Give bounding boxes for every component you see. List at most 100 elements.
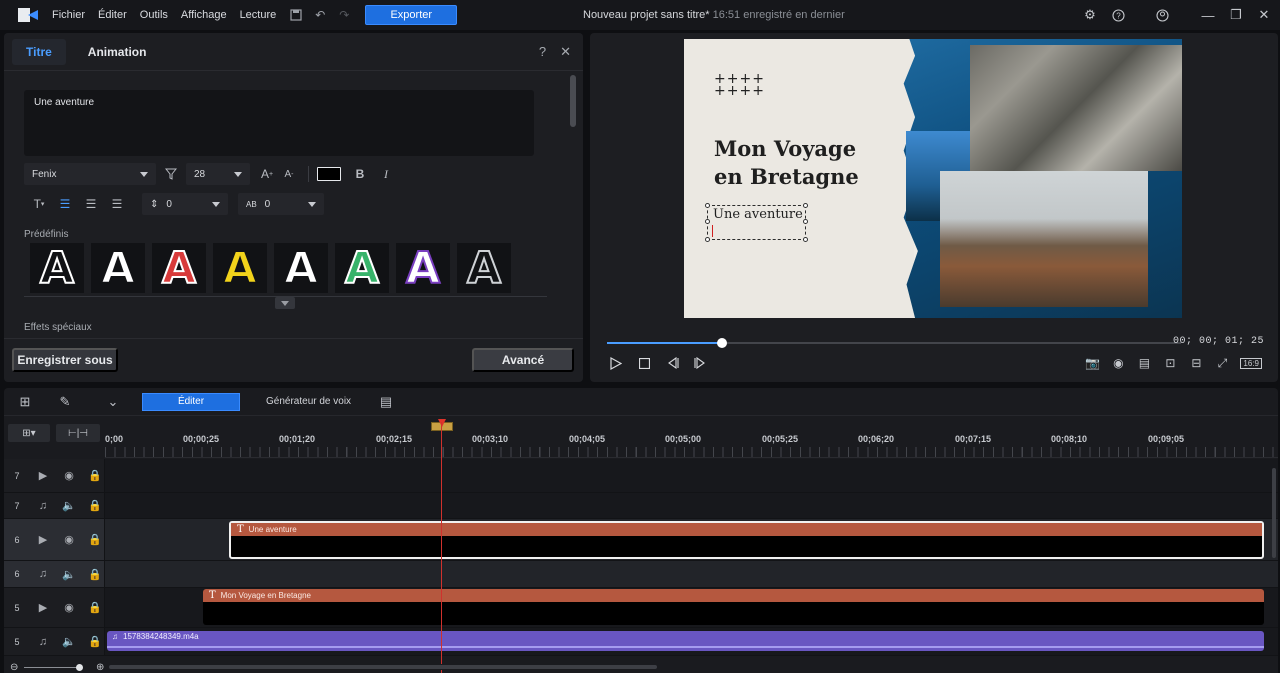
lock-icon[interactable]: 🔒 (88, 469, 102, 482)
preset-4[interactable]: A (213, 242, 267, 295)
text-selection-box[interactable]: Une aventure (705, 203, 808, 242)
track-body[interactable]: T Mon Voyage en Bretagne (105, 588, 1278, 627)
panel-close-icon[interactable]: ✕ (560, 44, 571, 60)
panel-help-icon[interactable]: ? (539, 44, 546, 59)
playback-quality-icon[interactable]: ◉ (1110, 355, 1126, 371)
fit-timeline-icon[interactable]: ⊢|⊣ (56, 424, 100, 442)
canvas-title[interactable]: Mon Voyage en Bretagne (714, 135, 904, 191)
zoom-preview-icon[interactable]: ⊡ (1162, 355, 1178, 371)
track-body[interactable] (105, 561, 1278, 587)
track-body[interactable]: T Une aventure (105, 519, 1278, 560)
preset-3[interactable]: A (152, 242, 206, 295)
filter-icon[interactable] (160, 163, 182, 185)
tts-icon[interactable]: ▤ (377, 393, 395, 411)
font-size-select[interactable]: 28 (186, 163, 250, 185)
restore-icon[interactable]: ❐ (1228, 7, 1244, 23)
timeline-vertical-scrollbar[interactable] (1272, 468, 1276, 558)
snapshot-camera-icon[interactable]: 📷 (1084, 355, 1100, 371)
redo-icon[interactable]: ↷ (337, 8, 351, 22)
menu-affichage[interactable]: Affichage (181, 9, 227, 21)
lock-icon[interactable]: 🔒 (88, 568, 102, 581)
aspect-ratio-button[interactable]: 16:9 (1240, 357, 1262, 369)
line-spacing-select[interactable]: ⇕ 0 (142, 193, 228, 215)
time-ruler[interactable]: 0;00 00;00;25 00;01;20 00;02;15 00;03;10… (105, 418, 1278, 458)
preset-2[interactable]: A (91, 242, 145, 295)
previous-frame-icon[interactable] (664, 355, 680, 371)
save-as-button[interactable]: Enregistrer sous (12, 348, 118, 372)
save-icon[interactable] (289, 8, 303, 22)
tab-titre[interactable]: Titre (12, 38, 66, 65)
resize-handle[interactable] (803, 237, 808, 242)
title-clip-une-aventure[interactable]: T Une aventure (229, 521, 1264, 559)
increase-font-icon[interactable]: A + (256, 163, 278, 185)
stop-icon[interactable] (636, 355, 652, 371)
playhead-handle[interactable] (431, 419, 453, 431)
title-clip-mon-voyage[interactable]: T Mon Voyage en Bretagne (203, 589, 1264, 625)
edit-button[interactable]: Éditer (142, 392, 240, 411)
timeline-horizontal-scrollbar[interactable] (105, 664, 1278, 670)
preview-canvas[interactable]: ++++ ++++ Mon Voyage en Bretagne Une ave… (684, 39, 1182, 318)
layout-icon[interactable]: ⊟ (1188, 355, 1204, 371)
undo-icon[interactable]: ↶ (313, 8, 327, 22)
voice-generator-button[interactable]: Générateur de voix (266, 396, 351, 407)
menu-lecture[interactable]: Lecture (240, 9, 277, 21)
preset-1[interactable]: A (30, 242, 84, 295)
text-type-icon[interactable]: T ▾ (24, 193, 54, 215)
fullscreen-icon[interactable]: ⤢ (1214, 355, 1230, 371)
menu-fichier[interactable]: Fichier (52, 9, 85, 21)
tab-animation[interactable]: Animation (74, 39, 161, 65)
italic-icon[interactable]: I (375, 163, 397, 185)
select-tool-icon[interactable]: ⊞ (16, 393, 34, 411)
preset-7[interactable]: A (396, 242, 450, 295)
playback-seekbar[interactable] (607, 338, 1181, 348)
zoom-in-icon[interactable]: ⊕ (96, 662, 104, 673)
align-right-icon[interactable]: ☰ (106, 193, 128, 215)
panel-scrollbar[interactable] (570, 75, 576, 127)
settings-gear-icon[interactable]: ⚙ (1082, 7, 1098, 23)
expand-presets-button[interactable] (275, 297, 295, 309)
text-color-swatch[interactable] (317, 167, 341, 181)
track-body[interactable]: ♫ 1578384248349.m4a (105, 628, 1278, 655)
char-spacing-select[interactable]: AB 0 (238, 193, 324, 215)
subtitles-icon[interactable]: ▤ (1136, 355, 1152, 371)
resize-handle[interactable] (705, 219, 710, 224)
align-left-icon[interactable]: ☰ (54, 193, 76, 215)
speaker-icon[interactable]: 🔈 (62, 568, 76, 581)
lock-icon[interactable]: 🔒 (88, 533, 102, 546)
export-button[interactable]: Exporter (365, 5, 458, 25)
decrease-font-icon[interactable]: A- (278, 163, 300, 185)
resize-handle[interactable] (705, 237, 710, 242)
edit-pen-icon[interactable]: ✎ (56, 393, 74, 411)
visibility-eye-icon[interactable]: ◉ (62, 469, 76, 482)
title-text-input[interactable]: Une aventure (24, 90, 534, 156)
resize-handle[interactable] (803, 219, 808, 224)
zoom-knob[interactable] (76, 664, 83, 671)
account-icon[interactable] (1154, 7, 1170, 23)
minimize-icon[interactable]: — (1200, 7, 1216, 23)
help-icon[interactable]: ? (1110, 7, 1126, 23)
track-body[interactable] (105, 493, 1278, 518)
seekbar-knob[interactable] (716, 338, 727, 348)
more-tools-icon[interactable]: ⌄ (104, 393, 122, 411)
visibility-eye-icon[interactable]: ◉ (62, 601, 76, 614)
lock-icon[interactable]: 🔒 (88, 635, 102, 648)
lock-icon[interactable]: 🔒 (88, 601, 102, 614)
speaker-icon[interactable]: 🔈 (62, 635, 76, 648)
lock-icon[interactable]: 🔒 (88, 499, 102, 512)
add-track-icon[interactable]: ⊞▾ (8, 424, 50, 442)
bold-icon[interactable]: B (349, 163, 371, 185)
resize-handle[interactable] (705, 203, 710, 208)
audio-clip[interactable]: ♫ 1578384248349.m4a (107, 631, 1264, 651)
align-center-icon[interactable]: ☰ (80, 193, 102, 215)
speaker-icon[interactable]: 🔈 (62, 499, 76, 512)
menu-editer[interactable]: Éditer (98, 9, 127, 21)
play-icon[interactable] (608, 355, 624, 371)
preset-5[interactable]: A (274, 242, 328, 295)
track-body[interactable] (105, 459, 1278, 492)
visibility-eye-icon[interactable]: ◉ (62, 533, 76, 546)
preset-8[interactable]: A (457, 242, 511, 295)
resize-handle[interactable] (803, 203, 808, 208)
next-frame-icon[interactable] (692, 355, 708, 371)
font-select[interactable]: Fenix (24, 163, 156, 185)
zoom-out-icon[interactable]: ⊖ (10, 662, 18, 673)
